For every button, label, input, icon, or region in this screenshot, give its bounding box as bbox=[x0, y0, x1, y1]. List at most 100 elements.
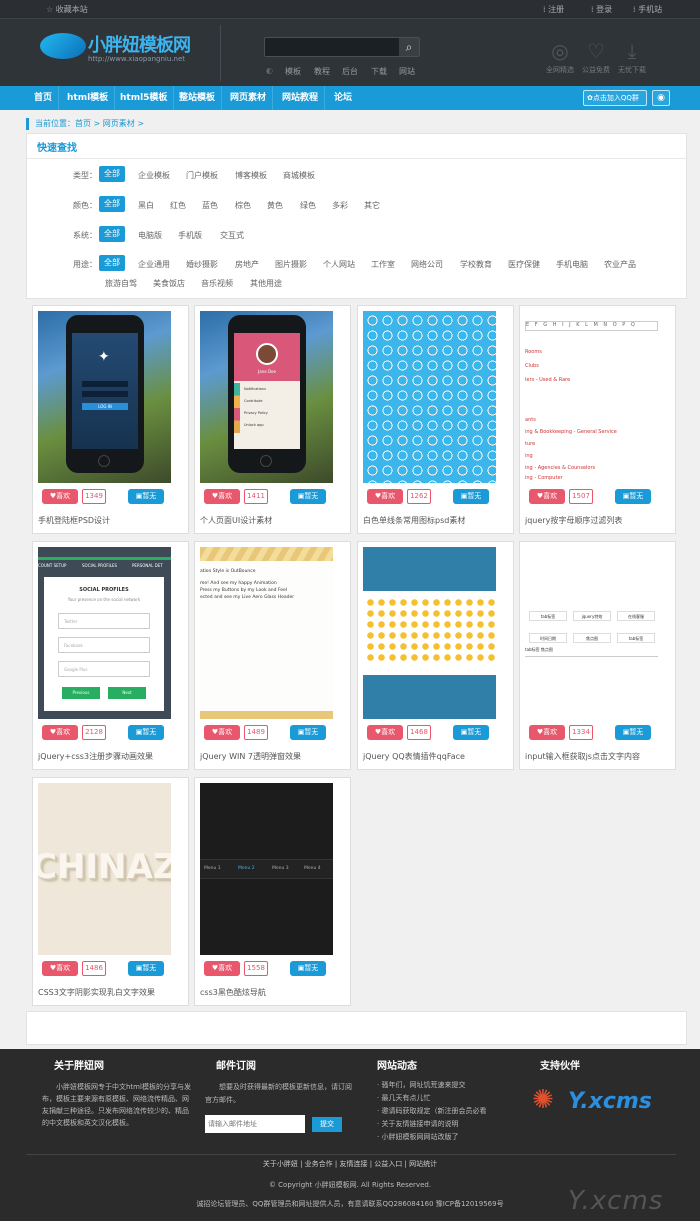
template-card[interactable]: COUNT SETUP SOCIAL PROFILES PERSONAL DET… bbox=[32, 541, 189, 770]
weibo-button[interactable]: ◉ bbox=[652, 90, 670, 106]
like-button[interactable]: ♥喜欢 bbox=[42, 725, 78, 740]
hot-keyword[interactable]: 教程 bbox=[314, 66, 330, 77]
filter-option[interactable]: 蓝色 bbox=[202, 200, 218, 211]
filter-option[interactable]: 音乐视频 bbox=[201, 278, 233, 289]
filter-option-active[interactable]: 全部 bbox=[99, 166, 125, 182]
preview-image[interactable]: tab标签 jquery特效 在线客服 时间日期 焦点图 tab标签 tab标签… bbox=[525, 547, 658, 719]
filter-option[interactable]: 农业产品 bbox=[604, 259, 636, 270]
register-link[interactable]: ⁞ 注册 bbox=[543, 4, 564, 15]
news-item[interactable]: · 关于友情链接申请的说明 bbox=[377, 1119, 458, 1129]
filter-option[interactable]: 手机版 bbox=[178, 230, 202, 241]
news-item[interactable]: · 最几天有点儿忙 bbox=[377, 1093, 430, 1103]
filter-option[interactable]: 黑白 bbox=[138, 200, 154, 211]
filter-option[interactable]: 电脑版 bbox=[138, 230, 162, 241]
card-title[interactable]: 个人页面UI设计素材 bbox=[200, 515, 272, 526]
preview-image[interactable]: Jane Doe Notifications Contribute Privac… bbox=[200, 311, 333, 483]
preview-image[interactable]: Menu 1 Menu 2 Menu 3 Menu 4 bbox=[200, 783, 333, 955]
status-button[interactable]: ▣暂无 bbox=[128, 961, 164, 976]
card-title[interactable]: 手机登陆框PSD设计 bbox=[38, 515, 110, 526]
card-title[interactable]: jQuery WIN 7透明弹窗效果 bbox=[200, 751, 301, 762]
like-button[interactable]: ♥喜欢 bbox=[204, 725, 240, 740]
like-button[interactable]: ♥喜欢 bbox=[529, 725, 565, 740]
filter-option[interactable]: 商城模板 bbox=[283, 170, 315, 181]
like-button[interactable]: ♥喜欢 bbox=[204, 961, 240, 976]
card-title[interactable]: jquery按字母顺序过滤列表 bbox=[525, 515, 622, 526]
filter-option[interactable]: 工作室 bbox=[371, 259, 395, 270]
card-title[interactable]: CSS3文字阴影实现乳白文字效果 bbox=[38, 987, 155, 998]
nav-item-home[interactable]: 首页 bbox=[28, 86, 60, 110]
like-button[interactable]: ♥喜欢 bbox=[529, 489, 565, 504]
filter-option[interactable]: 多彩 bbox=[332, 200, 348, 211]
site-logo[interactable]: 小胖妞模板网 http://www.xiaopangniu.net bbox=[40, 29, 220, 75]
preview-image[interactable]: ation Style is OutBounce me! And see my … bbox=[200, 547, 333, 719]
filter-option[interactable]: 交互式 bbox=[220, 230, 244, 241]
partner-logo[interactable]: ✺ Y.xcms bbox=[532, 1085, 672, 1125]
status-button[interactable]: ▣暂无 bbox=[615, 489, 651, 504]
status-button[interactable]: ▣暂无 bbox=[615, 725, 651, 740]
search-input[interactable] bbox=[267, 40, 397, 54]
nav-item-full-site[interactable]: 整站模板 bbox=[173, 86, 223, 110]
filter-option[interactable]: 图片摄影 bbox=[275, 259, 307, 270]
like-button[interactable]: ♥喜欢 bbox=[42, 961, 78, 976]
filter-option[interactable]: 婚纱摄影 bbox=[186, 259, 218, 270]
template-card[interactable]: ✦ LOG IN ♥喜欢 1349 ▣暂无 手机登陆框PSD设计 bbox=[32, 305, 189, 534]
footer-links[interactable]: 关于小胖妞 | 业务合作 | 友情连接 | 公益入口 | 网站统计 bbox=[0, 1159, 700, 1169]
card-title[interactable]: css3黑色酷炫导航 bbox=[200, 987, 266, 998]
template-card[interactable]: ation Style is OutBounce me! And see my … bbox=[194, 541, 351, 770]
search-button[interactable]: ⌕ bbox=[399, 38, 419, 56]
like-button[interactable]: ♥喜欢 bbox=[367, 725, 403, 740]
preview-image[interactable]: CHINAZ bbox=[38, 783, 171, 955]
status-button[interactable]: ▣暂无 bbox=[128, 489, 164, 504]
filter-option[interactable]: 网络公司 bbox=[411, 259, 443, 270]
like-button[interactable]: ♥喜欢 bbox=[367, 489, 403, 504]
card-title[interactable]: jQuery QQ表情插件qqFace bbox=[363, 751, 465, 762]
preview-image[interactable]: E F G H I J K L M N O P Q Rooms Clubs le… bbox=[525, 311, 658, 483]
template-card[interactable]: Menu 1 Menu 2 Menu 3 Menu 4 ♥喜欢 1558 ▣暂无… bbox=[194, 777, 351, 1006]
template-card[interactable]: tab标签 jquery特效 在线客服 时间日期 焦点图 tab标签 tab标签… bbox=[519, 541, 676, 770]
filter-option[interactable]: 企业模板 bbox=[138, 170, 170, 181]
like-button[interactable]: ♥喜欢 bbox=[204, 489, 240, 504]
join-qq-group-button[interactable]: ✿点击加入QQ群 bbox=[583, 90, 647, 106]
filter-option[interactable]: 医疗保健 bbox=[508, 259, 540, 270]
filter-option[interactable]: 红色 bbox=[170, 200, 186, 211]
news-item[interactable]: · 邀请码获取规定（新注册会员必看 bbox=[377, 1106, 486, 1116]
status-button[interactable]: ▣暂无 bbox=[453, 725, 489, 740]
filter-option[interactable]: 其他用途 bbox=[250, 278, 282, 289]
filter-option[interactable]: 博客模板 bbox=[235, 170, 267, 181]
header-link-curated[interactable]: ◎ 全网精选 bbox=[542, 41, 578, 75]
preview-image[interactable]: ✦ LOG IN bbox=[38, 311, 171, 483]
news-item[interactable]: · 小胖妞模板网网站改版了 bbox=[377, 1132, 458, 1142]
nav-item-html5[interactable]: html5模板 bbox=[114, 86, 175, 110]
filter-option[interactable]: 手机电脑 bbox=[556, 259, 588, 270]
filter-option-active[interactable]: 全部 bbox=[99, 226, 125, 242]
mobile-site-link[interactable]: ⁞ 手机站 bbox=[633, 4, 662, 15]
filter-option[interactable]: 美食饭店 bbox=[153, 278, 185, 289]
subscribe-button[interactable]: 提交 bbox=[312, 1117, 342, 1132]
template-card[interactable]: E F G H I J K L M N O P Q Rooms Clubs le… bbox=[519, 305, 676, 534]
card-title[interactable]: input输入框获取js点击文字内容 bbox=[525, 751, 640, 762]
preview-image[interactable]: COUNT SETUP SOCIAL PROFILES PERSONAL DET… bbox=[38, 547, 171, 719]
status-button[interactable]: ▣暂无 bbox=[290, 961, 326, 976]
favorite-link[interactable]: ☆ 收藏本站 bbox=[46, 4, 88, 15]
hot-keyword[interactable]: 模板 bbox=[285, 66, 301, 77]
preview-image[interactable] bbox=[363, 311, 496, 483]
preview-image[interactable] bbox=[363, 547, 496, 719]
filter-option[interactable]: 旅游自驾 bbox=[105, 278, 137, 289]
filter-option-active[interactable]: 全部 bbox=[99, 255, 125, 271]
nav-item-html[interactable]: html模板 bbox=[61, 86, 116, 110]
template-card[interactable]: Jane Doe Notifications Contribute Privac… bbox=[194, 305, 351, 534]
filter-option[interactable]: 棕色 bbox=[235, 200, 251, 211]
filter-option[interactable]: 绿色 bbox=[300, 200, 316, 211]
nav-item-tutorials[interactable]: 网站教程 bbox=[276, 86, 326, 110]
filter-option[interactable]: 企业通用 bbox=[138, 259, 170, 270]
template-card[interactable]: CHINAZ ♥喜欢 1486 ▣暂无 CSS3文字阴影实现乳白文字效果 bbox=[32, 777, 189, 1006]
filter-option[interactable]: 房地产 bbox=[235, 259, 259, 270]
email-field[interactable] bbox=[205, 1115, 305, 1133]
template-card[interactable]: ♥喜欢 1262 ▣暂无 白色单线条常用图标psd素材 bbox=[357, 305, 514, 534]
nav-item-forum[interactable]: 论坛 bbox=[328, 86, 358, 110]
card-title[interactable]: jQuery+css3注册步骤动画效果 bbox=[38, 751, 153, 762]
status-button[interactable]: ▣暂无 bbox=[453, 489, 489, 504]
hot-keyword[interactable]: 网站 bbox=[399, 66, 415, 77]
status-button[interactable]: ▣暂无 bbox=[128, 725, 164, 740]
status-button[interactable]: ▣暂无 bbox=[290, 725, 326, 740]
